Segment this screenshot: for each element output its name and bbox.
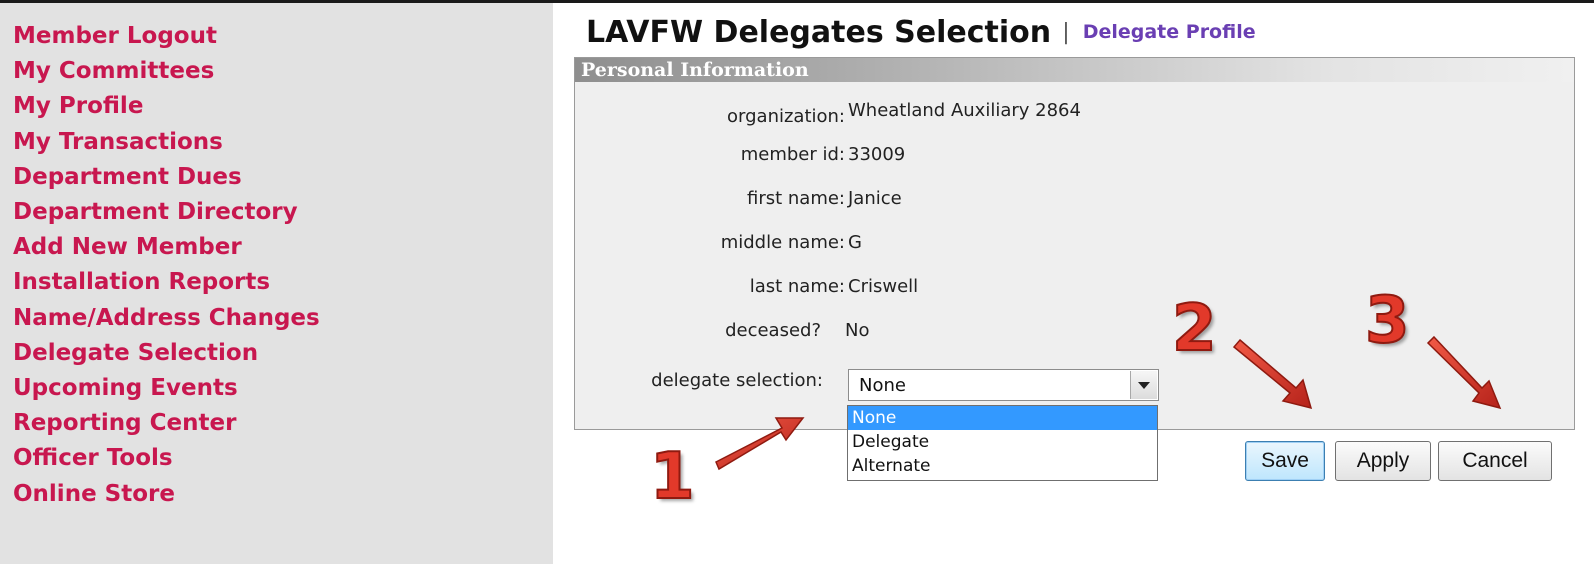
sidebar-item-my-profile[interactable]: My Profile <box>13 89 553 124</box>
field-label: member id: <box>740 144 845 165</box>
apply-button[interactable]: Apply <box>1335 441 1431 481</box>
cancel-button[interactable]: Cancel <box>1438 441 1552 481</box>
delegate-options-list: None Delegate Alternate <box>847 405 1158 481</box>
main-content: LAVFW Delegates Selection | Delegate Pro… <box>553 3 1594 564</box>
field-label: middle name: <box>720 232 845 253</box>
page-title: LAVFW Delegates Selection <box>586 15 1052 50</box>
panel-header: Personal Information <box>575 58 1574 82</box>
field-member-id: member id: 33009 <box>575 144 1575 174</box>
delegate-profile-link[interactable]: Delegate Profile <box>1083 21 1256 43</box>
sidebar-item-add-new-member[interactable]: Add New Member <box>13 230 553 265</box>
field-label: deceased? <box>725 320 821 341</box>
field-deceased: deceased? No <box>575 320 1575 350</box>
title-row: LAVFW Delegates Selection | Delegate Pro… <box>586 15 1256 50</box>
sidebar-item-name-address-changes[interactable]: Name/Address Changes <box>13 301 553 336</box>
field-value: Wheatland Auxiliary 2864 <box>848 100 1081 121</box>
select-current-value: None <box>859 375 906 396</box>
delegate-selection-select[interactable]: None <box>848 369 1159 401</box>
option-none[interactable]: None <box>848 406 1157 430</box>
field-middle-name: middle name: G <box>575 232 1575 262</box>
sidebar-item-department-dues[interactable]: Department Dues <box>13 160 553 195</box>
save-button[interactable]: Save <box>1245 441 1325 481</box>
field-value: G <box>848 232 862 253</box>
option-alternate[interactable]: Alternate <box>848 454 1157 478</box>
field-label: last name: <box>749 276 845 297</box>
sidebar-item-delegate-selection[interactable]: Delegate Selection <box>13 336 553 371</box>
field-value: Criswell <box>848 276 919 297</box>
sidebar-item-reporting-center[interactable]: Reporting Center <box>13 406 553 441</box>
sidebar-item-member-logout[interactable]: Member Logout <box>13 19 553 54</box>
option-delegate[interactable]: Delegate <box>848 430 1157 454</box>
sidebar: Member Logout My Committees My Profile M… <box>0 3 553 564</box>
sidebar-item-installation-reports[interactable]: Installation Reports <box>13 265 553 300</box>
sidebar-item-online-store[interactable]: Online Store <box>13 477 553 512</box>
title-separator: | <box>1062 20 1070 45</box>
field-organization: organization: Wheatland Auxiliary 2864 <box>575 100 1575 130</box>
delegate-selection-label: delegate selection: <box>651 370 823 391</box>
field-value: No <box>845 320 870 341</box>
sidebar-item-my-committees[interactable]: My Committees <box>13 54 553 89</box>
chevron-down-icon[interactable] <box>1130 371 1157 399</box>
sidebar-item-upcoming-events[interactable]: Upcoming Events <box>13 371 553 406</box>
field-label: first name: <box>746 188 845 209</box>
sidebar-item-my-transactions[interactable]: My Transactions <box>13 125 553 160</box>
field-last-name: last name: Criswell <box>575 276 1575 306</box>
field-label: organization: <box>727 106 845 127</box>
field-value: Janice <box>848 188 902 209</box>
sidebar-item-department-directory[interactable]: Department Directory <box>13 195 553 230</box>
field-first-name: first name: Janice <box>575 188 1575 218</box>
field-value: 33009 <box>848 144 906 165</box>
sidebar-item-officer-tools[interactable]: Officer Tools <box>13 441 553 476</box>
